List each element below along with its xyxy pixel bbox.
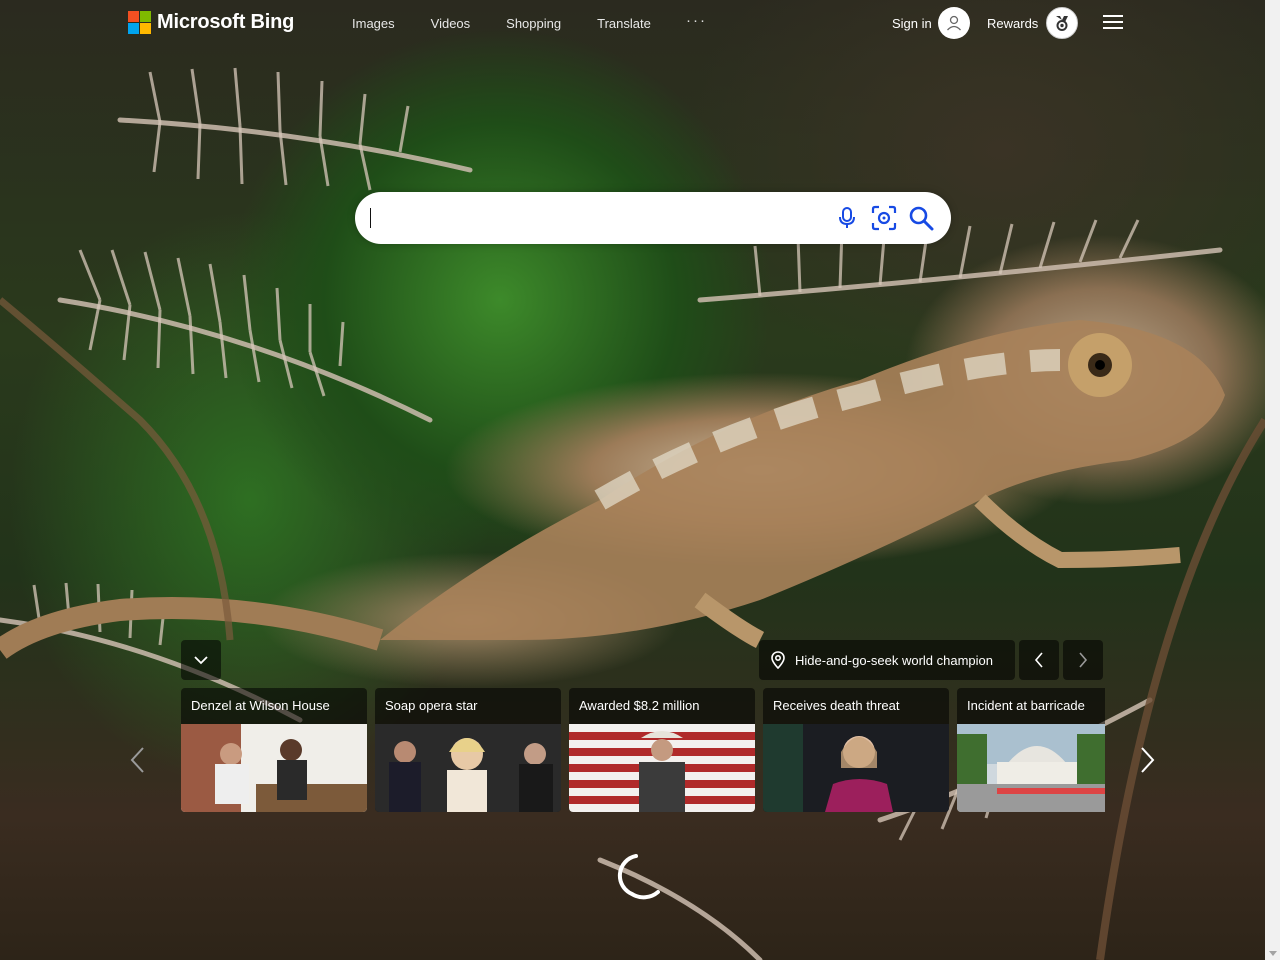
news-card-title: Incident at barricade	[967, 698, 1085, 713]
bing-logo[interactable]: Microsoft Bing	[128, 11, 294, 34]
page-scrollbar[interactable]	[1265, 0, 1280, 960]
rewards-button[interactable]: Rewards	[987, 7, 1079, 39]
news-carousel: Denzel at Wilson House Soap opera star A…	[181, 688, 1105, 812]
hamburger-menu-icon[interactable]	[1103, 15, 1123, 33]
nav-videos[interactable]: Videos	[431, 16, 471, 31]
news-card[interactable]: Awarded $8.2 million	[569, 688, 755, 812]
news-card-title: Denzel at Wilson House	[191, 698, 330, 713]
more-menu-icon[interactable]: ···	[686, 12, 707, 29]
microphone-icon[interactable]	[833, 204, 861, 232]
search-input[interactable]	[371, 206, 815, 232]
news-card-image	[375, 724, 561, 812]
sign-in-button[interactable]: Sign in	[892, 7, 970, 39]
chevron-left-icon	[1034, 652, 1043, 668]
chevron-right-icon	[1079, 652, 1088, 668]
news-card-title: Awarded $8.2 million	[579, 698, 700, 713]
search-icon[interactable]	[907, 204, 935, 232]
previous-image-button[interactable]	[1019, 640, 1059, 680]
next-image-button[interactable]	[1063, 640, 1103, 680]
news-card[interactable]: Soap opera star	[375, 688, 561, 812]
visual-search-icon[interactable]	[870, 204, 898, 232]
news-card-title: Soap opera star	[385, 698, 478, 713]
news-card[interactable]: Incident at barricade	[957, 688, 1105, 812]
location-pin-icon	[771, 651, 785, 669]
nav-translate[interactable]: Translate	[597, 16, 651, 31]
news-card-image	[957, 724, 1105, 812]
news-card-image	[763, 724, 949, 812]
microsoft-logo-icon	[128, 11, 151, 34]
image-info-button[interactable]: Hide-and-go-seek world champion	[759, 640, 1015, 680]
background-image	[0, 0, 1265, 960]
loading-spinner-icon	[614, 852, 662, 905]
image-info-text: Hide-and-go-seek world champion	[795, 652, 993, 668]
news-card[interactable]: Receives death threat	[763, 688, 949, 812]
chevron-left-icon	[130, 747, 144, 773]
chevron-down-icon	[194, 656, 208, 665]
collapse-feed-button[interactable]	[181, 640, 221, 680]
nav-images[interactable]: Images	[352, 16, 395, 31]
text-cursor	[370, 208, 371, 228]
search-box	[355, 192, 951, 244]
background-fern-illustration	[0, 67, 1265, 960]
sign-in-label: Sign in	[892, 15, 932, 31]
top-nav: Images Videos Shopping Translate ···	[352, 12, 705, 31]
rewards-medal-icon	[1046, 7, 1079, 39]
news-card-image	[569, 724, 755, 812]
chevron-right-icon	[1141, 747, 1155, 773]
logo-text: Microsoft Bing	[157, 11, 295, 33]
rewards-label: Rewards	[987, 15, 1039, 31]
news-card[interactable]: Denzel at Wilson House	[181, 688, 367, 812]
news-card-title: Receives death threat	[773, 698, 900, 713]
top-header: Microsoft Bing Images Videos Shopping Tr…	[0, 0, 1265, 46]
user-icon	[937, 7, 970, 39]
carousel-next-button[interactable]	[1133, 740, 1163, 780]
carousel-previous-button[interactable]	[122, 740, 152, 780]
nav-shopping[interactable]: Shopping	[506, 16, 561, 31]
scrollbar-thumb[interactable]	[1268, 2, 1277, 922]
news-card-image	[181, 724, 367, 812]
scroll-down-arrow-icon[interactable]	[1269, 951, 1277, 956]
